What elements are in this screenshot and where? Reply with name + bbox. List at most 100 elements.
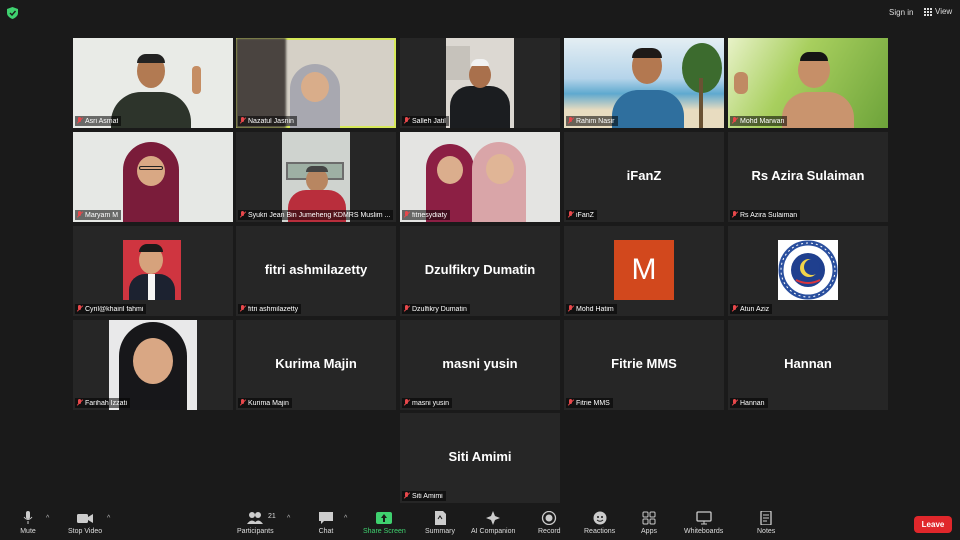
participant-name-label: Mohd Marwan	[730, 116, 788, 126]
stop-video-label: Stop Video	[68, 528, 103, 535]
participant-display-name: Siti Amimi	[448, 449, 512, 464]
muted-mic-icon	[403, 117, 410, 125]
summary-button[interactable]: Summary	[425, 511, 455, 535]
muted-mic-icon	[731, 117, 738, 125]
ai-companion-label: AI Companion	[471, 528, 516, 535]
notes-label: Notes	[757, 528, 776, 535]
video-tile-atun-aziz[interactable]: Atun Aziz	[728, 226, 888, 316]
participant-display-name: Kurima Majin	[275, 356, 357, 371]
muted-mic-icon	[567, 211, 574, 219]
participants-options-caret-icon[interactable]: ^	[287, 515, 290, 522]
participant-video	[446, 38, 514, 128]
video-options-caret-icon[interactable]: ^	[107, 515, 110, 522]
muted-mic-icon	[731, 399, 738, 407]
notes-button[interactable]: Notes	[757, 511, 775, 535]
video-tile-salleh-jatil[interactable]: Salleh Jatil	[400, 38, 560, 128]
notes-icon	[760, 511, 772, 525]
muted-mic-icon	[731, 305, 738, 313]
palm-trunk	[699, 78, 703, 128]
mute-button[interactable]: Mute	[20, 511, 36, 535]
video-tile-siti-amimi[interactable]: Siti Amimi Siti Amimi	[400, 413, 560, 503]
video-tile-maryam-m[interactable]: Maryam M	[73, 132, 233, 222]
participant-profile-photo	[123, 240, 181, 300]
participant-name-label: masni yusin	[402, 398, 452, 408]
participant-name-label: Kurima Majin	[238, 398, 292, 408]
muted-mic-icon	[239, 305, 246, 313]
participant-name-label: Nazatul Jasnin	[238, 116, 297, 126]
ai-companion-icon	[486, 511, 501, 525]
grid-icon	[924, 7, 932, 16]
video-tile-asri-asmat[interactable]: Asri Asmat	[73, 38, 233, 128]
sign-in-link[interactable]: Sign in	[889, 8, 913, 17]
share-screen-icon	[376, 512, 393, 524]
share-screen-label: Share Screen	[363, 528, 406, 535]
video-tile-mohd-marwan[interactable]: Mohd Marwan	[728, 38, 888, 128]
video-tile-fitriesydiaty[interactable]: fitriesydiaty	[400, 132, 560, 222]
muted-mic-icon	[567, 305, 574, 313]
participant-display-name: fitri ashmilazetty	[264, 262, 368, 277]
muted-mic-icon	[403, 399, 410, 407]
video-tile-farihah-izzati[interactable]: Farihah Izzati	[73, 320, 233, 410]
participant-name-label: fitri ashmilazetty	[238, 304, 302, 314]
record-label: Record	[538, 528, 561, 535]
participant-display-name: Hannan	[784, 356, 832, 371]
participant-display-name: Dzulfikry Dumatin	[424, 262, 536, 277]
participant-video	[117, 142, 197, 222]
summary-label: Summary	[425, 528, 455, 535]
shield-icon[interactable]	[7, 7, 18, 19]
video-icon	[77, 514, 94, 523]
leave-button[interactable]: Leave	[914, 516, 952, 533]
video-tile-dzulfikry-dumatin[interactable]: Dzulfikry Dumatin Dzulfikry Dumatin	[400, 226, 560, 316]
video-tile-rahim-nasir[interactable]: Rahim Nasir	[564, 38, 724, 128]
video-tile-kurima-majin[interactable]: Kurima Majin Kurima Majin	[236, 320, 396, 410]
participants-count-badge: 21	[268, 513, 276, 520]
participants-icon	[247, 512, 264, 524]
mute-label: Mute	[20, 528, 36, 535]
chat-button[interactable]: Chat	[318, 511, 334, 535]
video-tile-syukri-jean[interactable]: Syukri Jean Bin Jumeheng KDMRS Muslim ..…	[236, 132, 396, 222]
participant-name-label: Rahim Nasir	[566, 116, 618, 126]
video-tile-rs-azira-sulaiman[interactable]: Rs Azira Sulaiman Rs Azira Sulaiman	[728, 132, 888, 222]
muted-mic-icon	[239, 399, 246, 407]
video-tile-cyril-khairil[interactable]: Cyril@khairil fahmi	[73, 226, 233, 316]
reactions-button[interactable]: Reactions	[584, 511, 615, 535]
participants-label: Participants	[237, 528, 274, 535]
participant-name-label: Mohd Hatim	[566, 304, 617, 314]
view-label: View	[935, 7, 953, 16]
whiteboards-button[interactable]: Whiteboards	[684, 511, 723, 535]
video-tile-fitri-ashmilazetty[interactable]: fitri ashmilazetty fitri ashmilazetty	[236, 226, 396, 316]
avatar-letter: M	[631, 253, 657, 286]
participant-display-name: iFanZ	[626, 168, 662, 183]
video-tile-masni-yusin[interactable]: masni yusin masni yusin	[400, 320, 560, 410]
video-tile-mohd-hatim[interactable]: M Mohd Hatim	[564, 226, 724, 316]
participant-name-label: Fitrie MMS	[566, 398, 613, 408]
chat-options-caret-icon[interactable]: ^	[344, 515, 347, 522]
avatar: M	[614, 240, 674, 300]
participant-display-name: masni yusin	[442, 356, 518, 371]
share-screen-button[interactable]: Share Screen	[363, 511, 406, 535]
muted-mic-icon	[731, 211, 738, 219]
ai-companion-button[interactable]: AI Companion	[471, 511, 515, 535]
apps-button[interactable]: Apps	[641, 511, 657, 535]
muted-mic-icon	[403, 492, 410, 500]
video-tile-nazatul-jasnin[interactable]: Nazatul Jasnin	[236, 38, 396, 128]
participant-name-label: Cyril@khairil fahmi	[75, 304, 147, 314]
mute-options-caret-icon[interactable]: ^	[46, 515, 49, 522]
muted-mic-icon	[76, 399, 83, 407]
view-button[interactable]: View	[924, 7, 952, 16]
video-tile-fitrie-mms[interactable]: Fitrie MMS Fitrie MMS	[564, 320, 724, 410]
top-bar: Sign in View	[0, 0, 960, 26]
participant-name-label: fitriesydiaty	[402, 210, 451, 220]
reactions-label: Reactions	[584, 528, 616, 535]
participant-name-label: Asri Asmat	[75, 116, 122, 126]
participant-name-label: Siti Amimi	[402, 491, 446, 501]
muted-mic-icon	[239, 117, 246, 125]
video-tile-ifanz[interactable]: iFanZ iFanZ	[564, 132, 724, 222]
video-tile-hannan[interactable]: Hannan Hannan	[728, 320, 888, 410]
record-button[interactable]: Record	[538, 511, 561, 535]
participant-name-label: Maryam M	[75, 210, 122, 220]
stop-video-button[interactable]: Stop Video	[68, 511, 102, 535]
muted-mic-icon	[403, 211, 410, 219]
chat-icon	[319, 512, 333, 524]
apps-icon	[642, 511, 656, 525]
